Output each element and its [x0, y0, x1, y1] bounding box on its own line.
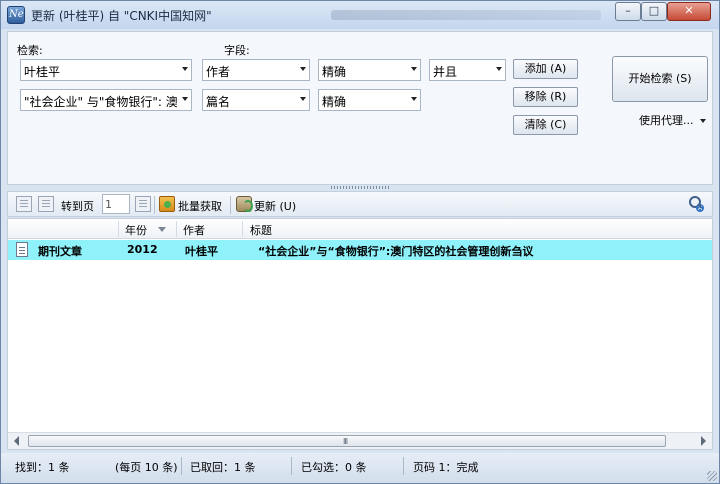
minimize-button[interactable]: –	[615, 2, 641, 21]
query-label: 检索:	[17, 44, 43, 57]
chevron-down-icon	[411, 97, 417, 101]
clear-button[interactable]: 清除 (C)	[513, 115, 578, 135]
column-divider	[176, 221, 177, 237]
minimize-icon: –	[625, 4, 631, 17]
app-logo-icon	[7, 6, 25, 24]
goto-page-label: 转到页	[61, 200, 94, 213]
operator-combo[interactable]: 并且	[429, 59, 506, 81]
field-value-1: 作者	[206, 65, 231, 79]
start-search-button[interactable]: 开始检索 (S)	[612, 56, 708, 102]
update-button[interactable]: 更新 (U)	[254, 198, 296, 214]
status-divider	[181, 457, 182, 475]
results-toolbar: 转到页 1 批量获取 更新 (U) ×	[7, 191, 713, 217]
batch-fetch-icon[interactable]	[159, 196, 175, 212]
sort-descending-icon	[158, 227, 166, 232]
field-combo-1[interactable]: 作者	[202, 59, 310, 81]
page-number-input[interactable]: 1	[102, 194, 130, 214]
match-value-1: 精确	[322, 65, 347, 79]
scroll-right-icon[interactable]	[701, 436, 706, 446]
title-blurred-area	[331, 10, 601, 20]
close-button[interactable]: ✕	[667, 2, 711, 21]
chevron-down-icon	[496, 67, 502, 71]
status-fetched: 已取回：1 条	[190, 461, 256, 474]
chevron-down-icon	[182, 67, 188, 71]
toolbar-divider	[230, 196, 231, 214]
status-divider	[291, 457, 292, 475]
maximize-icon: □	[648, 4, 660, 17]
column-title[interactable]: 标题	[250, 222, 272, 238]
query-value-2: "社会企业" 与"食物银行": 澳	[24, 95, 177, 109]
operator-value: 并且	[433, 65, 458, 79]
column-divider	[242, 221, 243, 237]
row-title: “社会企业”与“食物银行”:澳门特区的社会管理创新刍议	[258, 245, 534, 258]
query-value-1: 叶桂平	[24, 65, 61, 79]
status-bar: 找到：1 条 (每页 10 条) 已取回：1 条 已勾选：0 条 页码 1：完成	[1, 453, 719, 483]
column-year[interactable]: 年份	[125, 222, 147, 238]
status-found: 找到：1 条	[15, 461, 70, 474]
status-per-page: (每页 10 条)	[115, 461, 178, 474]
match-combo-1[interactable]: 精确	[318, 59, 421, 81]
journal-article-icon	[16, 242, 28, 257]
use-proxy-menu[interactable]: 使用代理...	[639, 112, 706, 128]
match-combo-2[interactable]: 精确	[318, 89, 421, 111]
match-value-2: 精确	[322, 95, 347, 109]
scroll-thumb[interactable]: III	[28, 435, 666, 447]
field-combo-2[interactable]: 篇名	[202, 89, 310, 111]
use-proxy-label: 使用代理...	[639, 114, 694, 127]
status-page: 页码 1：完成	[413, 461, 479, 474]
goto-page-icon[interactable]	[135, 196, 151, 212]
column-divider	[118, 221, 119, 237]
resize-grip[interactable]	[707, 471, 717, 481]
scroll-left-icon[interactable]	[14, 436, 19, 446]
toolbar-divider	[154, 196, 155, 214]
panel-splitter[interactable]	[331, 186, 391, 189]
grid-header: 年份 作者 标题	[8, 219, 712, 239]
results-grid: 年份 作者 标题 期刊文章 2012 叶桂平 “社会企业”与“食物银行”:澳门特…	[7, 218, 713, 450]
clear-badge-icon: ×	[696, 204, 704, 212]
column-author[interactable]: 作者	[183, 222, 205, 238]
horizontal-scrollbar[interactable]: III	[8, 432, 712, 449]
search-clear-icon[interactable]: ×	[688, 196, 704, 212]
row-author: 叶桂平	[185, 245, 218, 258]
title-bar: 更新 (叶桂平) 自 "CNKI中国知网" – □ ✕	[1, 1, 719, 29]
chevron-down-icon	[182, 97, 188, 101]
field-value-2: 篇名	[206, 95, 231, 109]
update-icon[interactable]	[236, 196, 253, 212]
maximize-button[interactable]: □	[641, 2, 667, 21]
remove-button[interactable]: 移除 (R)	[513, 87, 578, 107]
query-combo-2[interactable]: "社会企业" 与"食物银行": 澳	[20, 89, 192, 111]
chevron-down-icon	[699, 119, 706, 123]
chevron-down-icon	[411, 67, 417, 71]
next-page-icon[interactable]	[38, 196, 54, 212]
batch-fetch-button[interactable]: 批量获取	[178, 198, 222, 214]
chevron-down-icon	[300, 67, 306, 71]
search-panel: 检索: 字段: 叶桂平 作者 精确 并且 "社会企业" 与"食物银行": 澳 篇…	[7, 31, 713, 185]
status-checked: 已勾选：0 条	[301, 461, 367, 474]
status-divider	[403, 457, 404, 475]
close-icon: ✕	[684, 4, 694, 17]
query-combo-1[interactable]: 叶桂平	[20, 59, 192, 81]
row-year: 2012	[127, 243, 158, 256]
chevron-down-icon	[300, 97, 306, 101]
window-title: 更新 (叶桂平) 自 "CNKI中国知网"	[31, 9, 212, 23]
add-button[interactable]: 添加 (A)	[513, 59, 578, 79]
table-row[interactable]: 期刊文章 2012 叶桂平 “社会企业”与“食物银行”:澳门特区的社会管理创新刍…	[8, 240, 712, 260]
row-type: 期刊文章	[38, 245, 82, 258]
scroll-grip: III	[343, 437, 348, 446]
prev-page-icon[interactable]	[16, 196, 32, 212]
update-window: 更新 (叶桂平) 自 "CNKI中国知网" – □ ✕ 检索: 字段: 叶桂平 …	[0, 0, 720, 484]
field-label: 字段:	[224, 44, 250, 57]
